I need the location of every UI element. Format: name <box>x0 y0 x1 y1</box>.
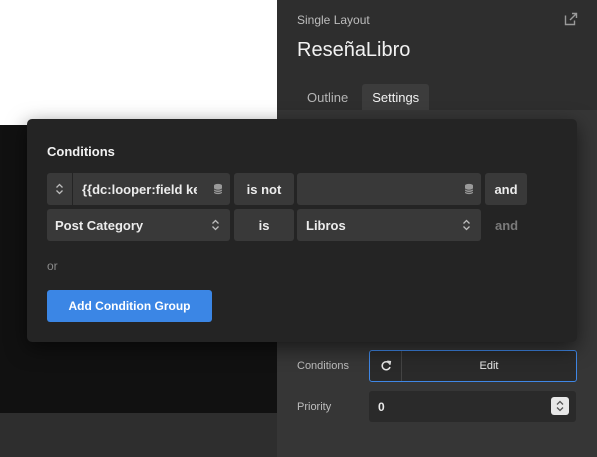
chevron-up-down-icon <box>463 219 470 231</box>
conditions-edit-button[interactable]: Edit <box>402 351 576 381</box>
panel-header: Single Layout ReseñaLibro Outline Settin… <box>277 0 597 110</box>
operator-label-1: is not <box>246 181 282 197</box>
layout-title: ReseñaLibro <box>297 39 411 61</box>
or-separator-label: or <box>47 259 58 273</box>
layout-type-label: Single Layout <box>297 13 370 27</box>
conditions-reset-button[interactable] <box>370 351 402 381</box>
operator-label-2: is <box>258 217 270 233</box>
chevron-up-down-icon <box>212 219 219 231</box>
tab-settings[interactable]: Settings <box>362 84 430 110</box>
app-window: Single Layout ReseñaLibro Outline Settin… <box>0 0 597 457</box>
refresh-icon <box>380 360 391 371</box>
condition-field-value-1: {{dc:looper:field key}} <box>82 181 197 197</box>
condition-field-value-2: Post Category <box>55 217 144 233</box>
condition-value-2: Libros <box>306 217 346 233</box>
canvas-footer <box>0 413 277 457</box>
conditions-label: Conditions <box>297 360 349 372</box>
condition-value-select-2[interactable]: Libros <box>297 209 481 241</box>
stepper-arrows-icon <box>556 400 564 412</box>
condition-value-input-1[interactable] <box>297 173 481 205</box>
canvas-preview-light <box>0 0 277 125</box>
condition-operator-2[interactable]: is <box>234 209 294 241</box>
priority-label: Priority <box>297 401 332 413</box>
chevron-up-down-icon <box>56 183 63 195</box>
conditions-popover: Conditions {{dc:looper:field key}} is no… <box>27 119 577 342</box>
conditions-control: Edit <box>369 350 577 382</box>
condition-field-select-1[interactable]: {{dc:looper:field key}} <box>47 173 230 205</box>
conjunction-label-1: and <box>494 181 518 197</box>
dynamic-content-icon[interactable] <box>464 183 474 195</box>
priority-value: 0 <box>378 399 385 414</box>
popover-title: Conditions <box>47 144 115 159</box>
conjunction-and-button-1[interactable]: and <box>485 173 527 205</box>
dynamic-content-icon[interactable] <box>213 183 223 195</box>
open-external-icon[interactable] <box>564 12 578 26</box>
conjunction-and-button-2[interactable]: and <box>495 218 518 233</box>
priority-input[interactable]: 0 <box>369 391 576 422</box>
panel-tabs: Outline Settings <box>297 84 430 110</box>
tab-outline[interactable]: Outline <box>297 84 358 110</box>
add-condition-group-button[interactable]: Add Condition Group <box>47 290 212 322</box>
condition-field-select-2[interactable]: Post Category <box>47 209 230 241</box>
condition-operator-1[interactable]: is not <box>234 173 294 205</box>
priority-stepper[interactable] <box>551 397 569 415</box>
